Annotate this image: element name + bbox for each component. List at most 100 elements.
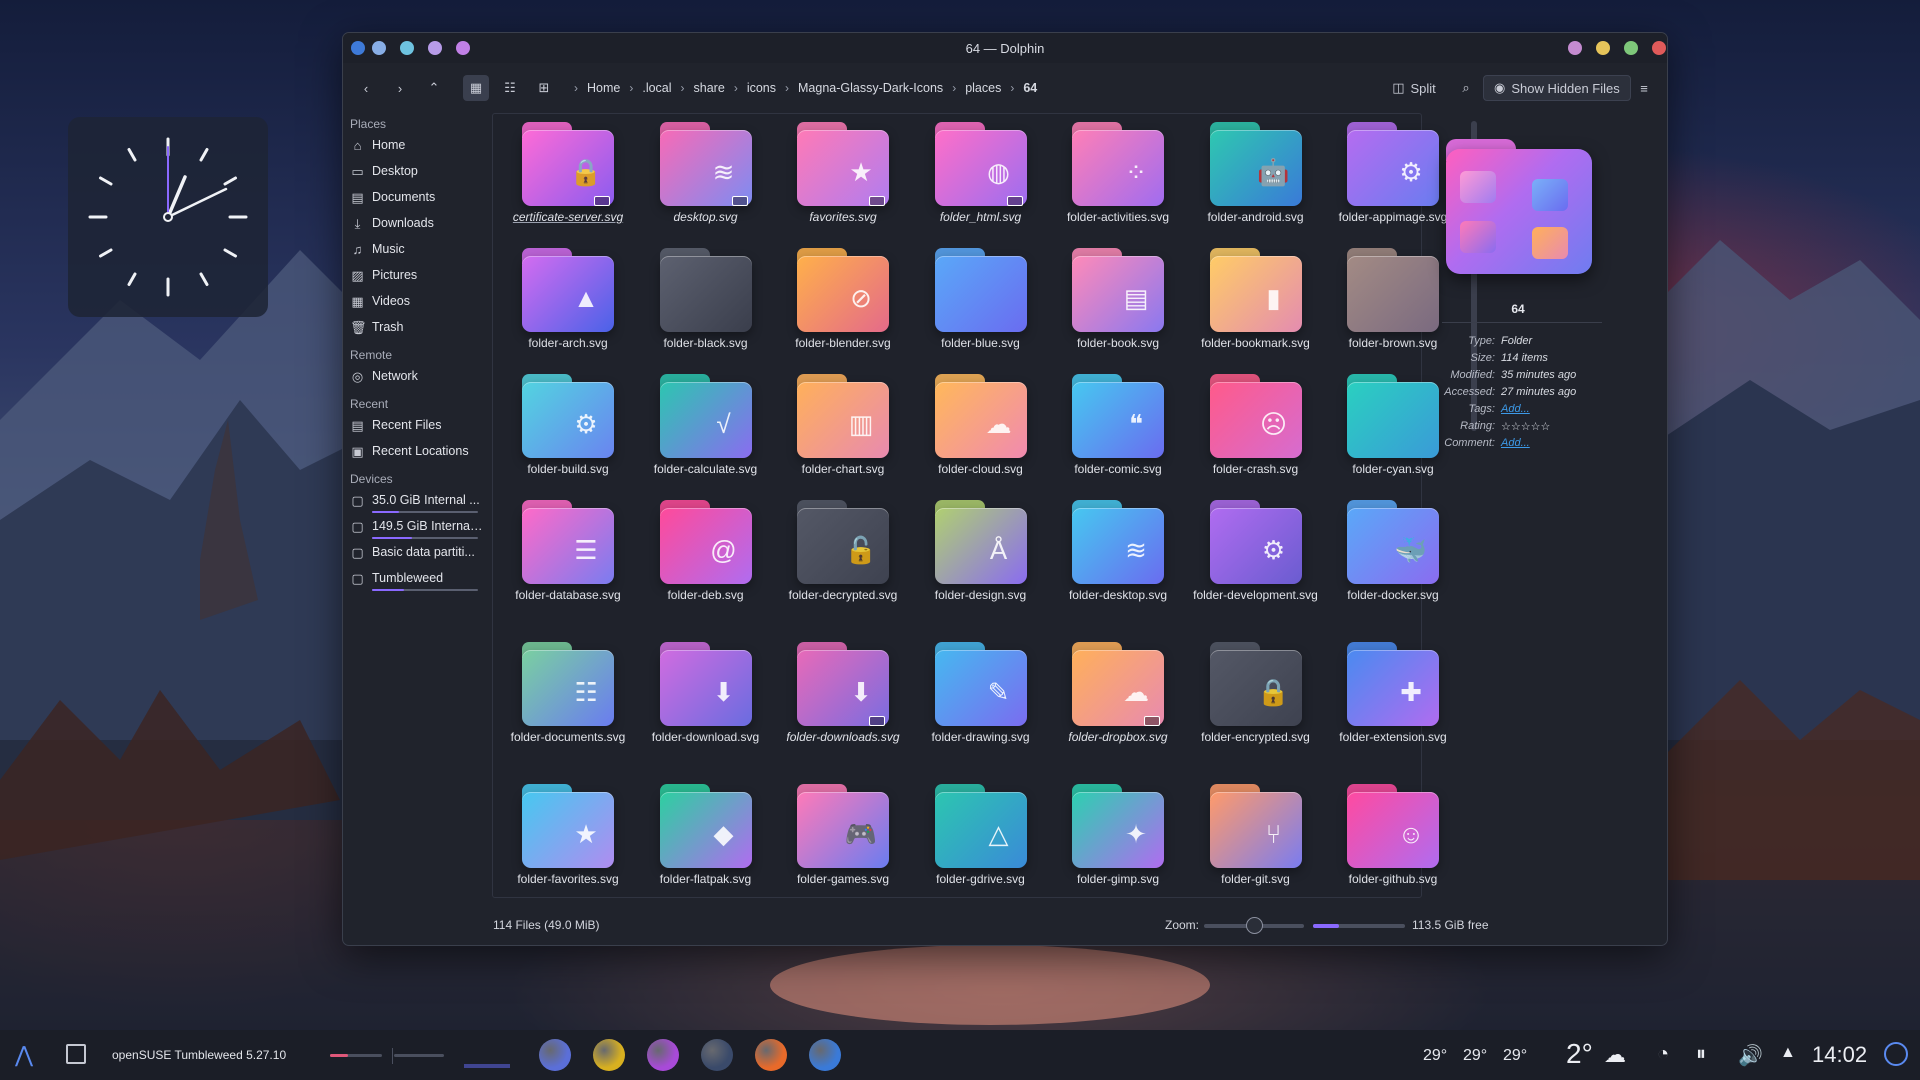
up-icon[interactable]: ⌃ (421, 75, 447, 101)
minimize-button[interactable] (1596, 41, 1610, 55)
file-item[interactable]: ⚙ folder-build.svg (499, 374, 637, 476)
zoom-slider-handle[interactable] (1246, 917, 1263, 934)
file-item[interactable]: 🤖 folder-android.svg (1187, 122, 1325, 224)
sidebar-item[interactable]: ▣ Recent Locations (350, 440, 484, 462)
icons-view-icon[interactable]: ▦ (463, 75, 489, 101)
dolphin-icon[interactable] (809, 1039, 841, 1071)
sidebar-item[interactable]: ▦ Videos (350, 290, 484, 312)
temperature-sensor[interactable]: 29° (1463, 1047, 1487, 1065)
sidebar-item[interactable]: ⤓ Downloads (350, 212, 484, 234)
sidebar-item[interactable]: ▢ 35.0 GiB Internal ... (350, 489, 484, 511)
file-item[interactable]: ☹ folder-crash.svg (1187, 374, 1325, 476)
file-item[interactable]: folder-blue.svg (912, 248, 1050, 350)
file-item[interactable]: △ folder-gdrive.svg (912, 784, 1050, 886)
volume-icon[interactable]: 🔊 (1738, 1043, 1763, 1068)
system-info-icon[interactable] (66, 1044, 86, 1064)
sidebar-item[interactable]: ▢ 149.5 GiB Internal ... (350, 515, 484, 537)
file-item[interactable]: ◍ folder_html.svg (912, 122, 1050, 224)
hamburger-menu-icon[interactable]: ≡ (1631, 75, 1657, 101)
file-item[interactable]: folder-black.svg (637, 248, 775, 350)
file-item[interactable]: ⚙ folder-development.svg (1187, 500, 1325, 602)
file-item[interactable]: ⁘ folder-activities.svg (1049, 122, 1187, 224)
show-hidden-files-button[interactable]: ◉ Show Hidden Files (1483, 75, 1631, 101)
shop-icon[interactable] (647, 1039, 679, 1071)
compact-view-icon[interactable]: ⊞ (531, 75, 557, 101)
file-item[interactable]: ▲ folder-arch.svg (499, 248, 637, 350)
file-item[interactable]: ▥ folder-chart.svg (774, 374, 912, 476)
application-launcher-icon[interactable]: ⋀ (10, 1042, 38, 1068)
file-item[interactable]: ☷ folder-documents.svg (499, 642, 637, 744)
media-pause-icon[interactable]: ⏸ (1696, 1043, 1706, 1066)
file-item[interactable]: ⬇ folder-downloads.svg (774, 642, 912, 744)
breadcrumb-item[interactable]: places (965, 81, 1001, 95)
weather-temperature[interactable]: 2° (1566, 1038, 1593, 1070)
file-item[interactable]: ≋ folder-desktop.svg (1049, 500, 1187, 602)
app-icon-1[interactable] (539, 1039, 571, 1071)
breadcrumb-item[interactable]: Magna-Glassy-Dark-Icons (798, 81, 943, 95)
forward-icon[interactable]: › (387, 75, 413, 101)
file-item[interactable]: ✎ folder-drawing.svg (912, 642, 1050, 744)
folder-icon: ≋ (1072, 500, 1164, 584)
folder-icon: △ (934, 784, 1027, 868)
clock-time[interactable]: 14:02 (1812, 1042, 1867, 1068)
back-icon[interactable]: ‹ (353, 75, 379, 101)
keep-above-button[interactable] (1568, 41, 1582, 55)
cloud-icon[interactable]: ☁ (1604, 1042, 1626, 1068)
file-item[interactable]: ❝ folder-comic.svg (1049, 374, 1187, 476)
search-icon[interactable]: ⌕ (1453, 75, 1479, 101)
firefox-icon[interactable] (755, 1039, 787, 1071)
info-meta-link[interactable]: Add... (1501, 437, 1530, 449)
file-item[interactable]: ★ favorites.svg (774, 122, 912, 224)
file-item[interactable]: 🔓 folder-decrypted.svg (774, 500, 912, 602)
split-button[interactable]: ◫ Split (1385, 75, 1443, 101)
sidebar-item[interactable]: 🗑 Trash (350, 316, 484, 338)
power-icon[interactable] (1884, 1042, 1908, 1066)
videos-icon: ▦ (351, 293, 364, 309)
temperature-sensor[interactable]: 29° (1503, 1047, 1527, 1065)
sidebar-item[interactable]: ▢ Tumbleweed (350, 567, 484, 589)
breadcrumb-item[interactable]: 64 (1023, 81, 1037, 95)
breadcrumb-item[interactable]: .local (642, 81, 671, 95)
file-item[interactable]: ☁ folder-cloud.svg (912, 374, 1050, 476)
file-item[interactable]: ☰ folder-database.svg (499, 500, 637, 602)
breadcrumb-item[interactable]: share (694, 81, 725, 95)
maximize-button[interactable] (1624, 41, 1638, 55)
sidebar-item[interactable]: ▭ Desktop (350, 160, 484, 182)
sidebar-item[interactable]: ⌂ Home (350, 134, 484, 156)
file-item[interactable]: 🎮 folder-games.svg (774, 784, 912, 886)
file-item[interactable]: Åfolder-design.svg (912, 500, 1050, 602)
file-item[interactable]: 🔒 folder-encrypted.svg (1187, 642, 1325, 744)
sidebar-item[interactable]: ◎ Network (350, 365, 484, 387)
sidebar-item[interactable]: ▢ Basic data partiti... (350, 541, 484, 563)
info-meta-link[interactable]: Add... (1501, 403, 1530, 415)
file-item[interactable]: ◆ folder-flatpak.svg (637, 784, 775, 886)
file-item[interactable]: @ folder-deb.svg (637, 500, 775, 602)
close-button[interactable] (1652, 41, 1666, 55)
file-item[interactable]: 🔒 certificate-server.svg (499, 122, 637, 224)
sidebar-item[interactable]: ♫ Music (350, 238, 484, 260)
file-item[interactable]: ⑂ folder-git.svg (1187, 784, 1325, 886)
file-item[interactable]: ★ folder-favorites.svg (499, 784, 637, 886)
file-item[interactable]: ≋ desktop.svg (637, 122, 775, 224)
sidebar-item[interactable]: ▤ Documents (350, 186, 484, 208)
file-item[interactable]: ⬇ folder-download.svg (637, 642, 775, 744)
tray-expand-icon[interactable]: ▲ (1780, 1044, 1796, 1062)
file-view[interactable]: 🔒 certificate-server.svg ≋ desktop.svg ★ favo… (492, 113, 1447, 898)
settings-app-icon[interactable] (701, 1039, 733, 1071)
sidebar-item[interactable]: ▨ Pictures (350, 264, 484, 286)
timer-icon[interactable]: ◔ (1657, 1043, 1669, 1066)
temperature-sensor[interactable]: 29° (1423, 1047, 1447, 1065)
details-view-icon[interactable]: ☷ (497, 75, 523, 101)
breadcrumb-item[interactable]: Home (587, 81, 620, 95)
breadcrumb-item[interactable]: icons (747, 81, 776, 95)
file-item[interactable]: ⊘ folder-blender.svg (774, 248, 912, 350)
file-item[interactable]: ☁ folder-dropbox.svg (1049, 642, 1187, 744)
app-icon-2[interactable] (593, 1039, 625, 1071)
sidebar-item[interactable]: ▤ Recent Files (350, 414, 484, 436)
file-item[interactable]: ▮ folder-bookmark.svg (1187, 248, 1325, 350)
file-item[interactable]: ▤ folder-book.svg (1049, 248, 1187, 350)
file-name: folder-development.svg (1193, 588, 1318, 602)
file-item[interactable]: √ folder-calculate.svg (637, 374, 775, 476)
information-panel: 64 Type: Folder Size: 114 items Modified: 35 … (1428, 113, 1667, 813)
file-item[interactable]: ✦ folder-gimp.svg (1049, 784, 1187, 886)
